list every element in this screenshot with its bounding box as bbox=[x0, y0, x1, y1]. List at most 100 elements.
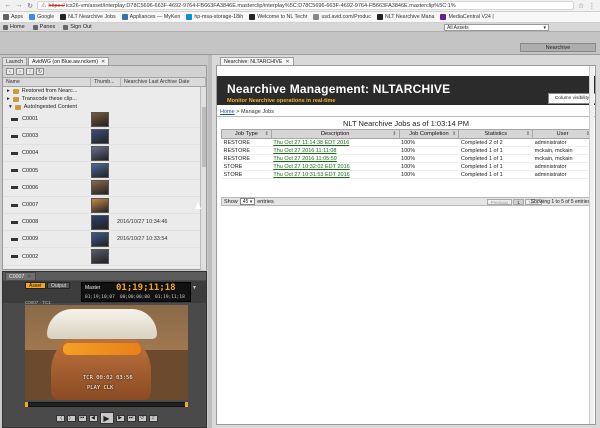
bin-scrollbar[interactable] bbox=[200, 87, 206, 270]
job-description-link[interactable]: Thu Oct 27 2016 11:05:59 bbox=[271, 154, 400, 163]
clip-name: C0007 bbox=[22, 202, 39, 208]
tab-source-clip[interactable]: C0007 ✕ bbox=[5, 272, 36, 280]
close-icon[interactable]: ✕ bbox=[27, 274, 31, 280]
folder-row[interactable]: ▾ AutoIngested Content bbox=[3, 103, 206, 111]
up-icon[interactable]: ↑ bbox=[26, 68, 34, 75]
mouse-cursor bbox=[195, 202, 201, 209]
appliance-icon bbox=[121, 14, 128, 20]
column-header[interactable]: User ⇕ bbox=[532, 129, 593, 139]
bookmark-item[interactable]: NLT Nearchive Mana bbox=[376, 14, 434, 20]
folder-row[interactable]: ▸ Transcode these clip... bbox=[3, 95, 206, 103]
step-forward-icon[interactable]: ▶ bbox=[115, 414, 125, 422]
back-icon[interactable]: ‹ bbox=[6, 68, 14, 75]
col-thumb[interactable]: Thumb... bbox=[91, 78, 121, 86]
close-icon[interactable]: ✕ bbox=[101, 59, 105, 65]
scrub-bar[interactable] bbox=[25, 402, 188, 407]
clip-row[interactable]: C0006 bbox=[3, 180, 206, 197]
mark-out-icon[interactable]: 〉 bbox=[66, 414, 76, 422]
asset-mode-button[interactable]: Asset bbox=[25, 282, 46, 289]
col-name[interactable]: Name bbox=[3, 78, 91, 86]
panes-icon bbox=[32, 24, 38, 30]
mark-in-icon[interactable]: 〈 bbox=[55, 414, 65, 422]
chevron-right-icon[interactable]: ▸ bbox=[7, 96, 10, 102]
signout-icon bbox=[63, 24, 69, 30]
bookmark-item[interactable]: NLT Nearchive Jobs bbox=[60, 14, 116, 20]
column-header-label: Statistics bbox=[484, 131, 508, 137]
clip-row[interactable]: C0001 bbox=[3, 111, 206, 128]
back-icon[interactable]: ← bbox=[4, 2, 12, 10]
job-description-link[interactable]: Thu Oct 27 2016 11:11:08 bbox=[271, 146, 400, 155]
refresh-icon[interactable]: ↻ bbox=[36, 68, 44, 75]
bookmark-star-icon[interactable]: ☆ bbox=[577, 2, 585, 10]
scroll-thumb[interactable] bbox=[202, 107, 206, 167]
menu-icon[interactable]: ⋮ bbox=[588, 2, 596, 10]
menu-icon[interactable]: ▾ bbox=[193, 284, 196, 291]
page-subtitle: Monitor Nearchive operations in real-tim… bbox=[227, 98, 336, 104]
audio-icon[interactable]: ♫ bbox=[148, 414, 158, 422]
job-description-link[interactable]: Thu Oct 27 11:14:38 EDT 2016 bbox=[271, 138, 400, 147]
play-icon[interactable]: ▶ bbox=[99, 412, 114, 424]
sort-icon: ⇕ bbox=[452, 131, 457, 137]
chevron-right-icon[interactable]: ▸ bbox=[7, 88, 10, 94]
col-archive-date[interactable]: Nearchive Last Archive Date bbox=[121, 78, 206, 86]
clip-row[interactable]: C0009 2016/10/27 10:33:54 bbox=[3, 231, 206, 249]
content-scrollbar[interactable] bbox=[589, 66, 594, 424]
column-header[interactable]: Description ⇕ bbox=[270, 129, 400, 139]
chevron-down-icon[interactable]: ▾ bbox=[9, 104, 12, 110]
column-header[interactable]: Job Type ⇕ bbox=[221, 129, 272, 139]
close-icon[interactable]: ✕ bbox=[285, 59, 289, 65]
reload-icon[interactable]: ↻ bbox=[26, 2, 34, 10]
job-completion-cell: 100% bbox=[399, 162, 459, 171]
panes-button[interactable]: Panes bbox=[32, 24, 55, 30]
column-header[interactable]: Statistics ⇕ bbox=[458, 129, 534, 139]
nearchive-button[interactable]: Nearchive bbox=[520, 43, 596, 52]
bin-toolbar: ‹ › ↑ ↻ bbox=[3, 66, 206, 78]
clip-row[interactable]: C0004 bbox=[3, 145, 206, 163]
job-description-link[interactable]: Thu Oct 27 10:32:02 EDT 2016 bbox=[271, 162, 400, 171]
clip-name-cell: C0004 bbox=[3, 150, 91, 156]
forward-icon[interactable]: › bbox=[16, 68, 24, 75]
signout-button[interactable]: Sign Out bbox=[63, 24, 92, 30]
url-field[interactable]: ⚠ https:// ics26-vm/asset/interplay:D78C… bbox=[37, 1, 574, 10]
clip-row[interactable]: C0008 2016/10/27 10:34:46 bbox=[3, 214, 206, 232]
chevron-down-icon: ▾ bbox=[249, 198, 253, 205]
previous-button[interactable]: Previous bbox=[486, 199, 513, 205]
job-type-cell: RESTORE bbox=[221, 138, 272, 147]
bookmark-item[interactable]: Google bbox=[29, 14, 54, 20]
step-back-icon[interactable]: ◀ bbox=[88, 414, 98, 422]
timecode-mode[interactable]: Master bbox=[85, 285, 100, 291]
clip-row[interactable]: C0005 bbox=[3, 163, 206, 180]
home-button[interactable]: Home bbox=[3, 24, 25, 30]
bookmark-item[interactable]: usd.avid.com/Produc bbox=[313, 14, 371, 20]
go-to-end-icon[interactable]: ⏭ bbox=[126, 414, 136, 422]
assets-select[interactable]: All Assets ▾ bbox=[444, 24, 549, 31]
tab-launch[interactable]: Launch bbox=[2, 57, 28, 65]
clip-row[interactable]: C0003 bbox=[3, 128, 206, 146]
folder-row[interactable]: ▸ Restored from Nearc... bbox=[3, 87, 206, 95]
clip-icon bbox=[11, 255, 18, 259]
folder-label: Transcode these clip... bbox=[21, 96, 77, 102]
tab-nearchive-label: Nearchive: NLTARCHIVE bbox=[224, 58, 283, 65]
loop-icon[interactable]: ↺ bbox=[137, 414, 147, 422]
bookmark-item[interactable]: Apps bbox=[3, 14, 23, 20]
bookmark-item[interactable]: hp-msa-storage-18ih bbox=[186, 14, 243, 20]
tab-bin[interactable]: AvidWG (on Blue.aw.nckem) ✕ bbox=[28, 57, 110, 65]
job-description-link[interactable]: Thu Oct 27 10:31:53 EDT 2016 bbox=[271, 170, 400, 179]
clip-row[interactable]: C0002 bbox=[3, 249, 206, 266]
breadcrumb-home-link[interactable]: Home bbox=[220, 109, 235, 115]
bookmark-item[interactable]: Appliances — MyKen bbox=[121, 14, 180, 20]
page-1-button[interactable]: 1 bbox=[513, 199, 524, 205]
forward-icon[interactable]: → bbox=[15, 2, 23, 10]
jobs-body: RESTORE Thu Oct 27 11:14:38 EDT 2016 100% C… bbox=[221, 138, 593, 179]
entries-select[interactable]: 45 ▾ bbox=[239, 198, 256, 205]
clip-row[interactable]: C0007 bbox=[3, 197, 206, 214]
output-mode-button[interactable]: Output bbox=[47, 282, 71, 289]
nearchive-pane: Nearchive: NLTARCHIVE ✕ Nearchive Managem… bbox=[212, 55, 600, 428]
go-to-start-icon[interactable]: ⏮ bbox=[77, 414, 87, 422]
column-header[interactable]: Job Completion ⇕ bbox=[398, 129, 460, 139]
bookmark-item[interactable]: Welcome to NL Techr bbox=[249, 14, 307, 20]
tab-nearchive[interactable]: Nearchive: NLTARCHIVE ✕ bbox=[220, 57, 294, 65]
bookmark-label: hp-msa-storage-18ih bbox=[194, 14, 244, 20]
playhead[interactable] bbox=[25, 402, 28, 407]
bookmark-item[interactable]: MediaCentral V24 | bbox=[440, 14, 494, 20]
